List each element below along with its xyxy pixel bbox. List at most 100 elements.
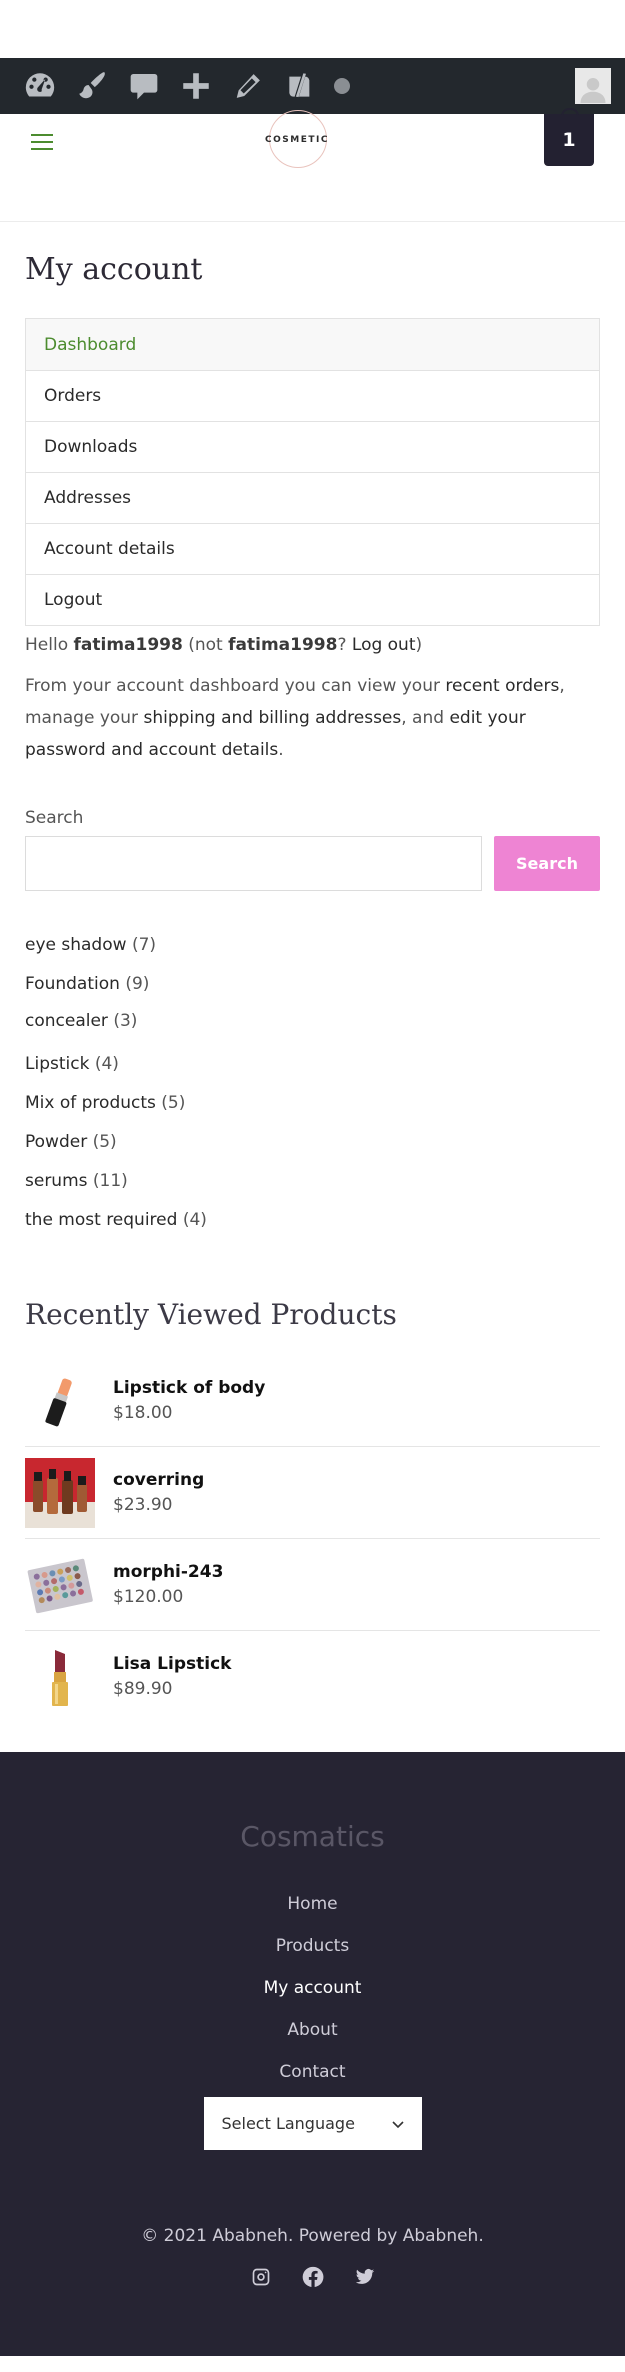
category-count: (5)	[161, 1093, 186, 1113]
account-nav-addresses[interactable]: Addresses	[26, 472, 599, 523]
search-form: Search	[25, 836, 600, 891]
site-header: COSMETIC 1	[0, 108, 625, 222]
account-navigation: Dashboard Orders Downloads Addresses Acc…	[25, 318, 600, 626]
dashboard-icon[interactable]	[14, 58, 66, 114]
category-count: (4)	[94, 1054, 119, 1074]
product-thumbnail[interactable]	[25, 1642, 95, 1712]
category-item[interactable]: Foundation (9)	[25, 967, 600, 1006]
intro-part4: .	[278, 740, 284, 760]
search-label: Search	[25, 808, 84, 828]
search-input[interactable]	[25, 836, 482, 891]
product-item[interactable]: morphi-243 $120.00	[25, 1539, 600, 1631]
customize-brush-icon[interactable]	[66, 58, 118, 114]
account-nav-dashboard[interactable]: Dashboard	[26, 319, 599, 370]
account-nav-logout[interactable]: Logout	[26, 574, 599, 625]
language-select-value: Select Language	[221, 2114, 355, 2133]
facebook-icon[interactable]	[302, 2266, 324, 2288]
seo-status-dot-icon	[334, 78, 350, 94]
category-name[interactable]: serums	[25, 1171, 88, 1191]
category-count: (3)	[113, 1011, 138, 1031]
twitter-icon[interactable]	[354, 2266, 376, 2288]
site-logo[interactable]: COSMETIC	[263, 110, 331, 168]
dashboard-intro: From your account dashboard you can view…	[25, 670, 600, 766]
category-name[interactable]: Foundation	[25, 974, 120, 994]
category-count: (7)	[131, 935, 157, 955]
product-name[interactable]: morphi-243	[113, 1560, 223, 1584]
recently-viewed-title: Recently Viewed Products	[25, 1298, 397, 1331]
logo-text: COSMETIC	[265, 135, 329, 145]
footer-link-products[interactable]: Products	[0, 1925, 625, 1967]
comments-icon[interactable]	[118, 58, 170, 114]
footer-navigation: Home Products My account About Contact	[0, 1883, 625, 2093]
product-thumbnail[interactable]	[25, 1457, 95, 1528]
edit-pencil-icon[interactable]	[222, 58, 274, 114]
category-item[interactable]: Lipstick (4)	[25, 1045, 600, 1084]
cart-count: 1	[562, 129, 576, 151]
language-select[interactable]: Select Language	[203, 2097, 422, 2150]
account-nav-downloads[interactable]: Downloads	[26, 421, 599, 472]
greeting: Hello fatima1998 (not fatima1998? Log ou…	[25, 632, 600, 658]
footer-brand[interactable]: Cosmatics	[0, 1752, 625, 1853]
chevron-down-icon	[391, 2114, 404, 2133]
category-item[interactable]: Mix of products (5)	[25, 1084, 600, 1123]
greeting-close: )	[415, 635, 423, 655]
category-count: (4)	[182, 1210, 207, 1230]
add-new-plus-icon[interactable]	[170, 58, 222, 114]
category-item[interactable]: eye shadow (7)	[25, 931, 600, 967]
product-info: Lisa Lipstick $89.90	[113, 1652, 231, 1702]
category-item[interactable]: concealer (3)	[25, 1006, 600, 1045]
greeting-username-repeat: fatima1998	[228, 635, 338, 655]
greeting-username: fatima1998	[73, 635, 183, 655]
product-price: $89.90	[113, 1679, 173, 1699]
category-name[interactable]: Lipstick	[25, 1054, 89, 1074]
menu-toggle-icon[interactable]	[31, 134, 53, 155]
product-categories: eye shadow (7) Foundation (9) concealer …	[25, 931, 600, 1240]
account-nav-account-details[interactable]: Account details	[26, 523, 599, 574]
addresses-link[interactable]: shipping and billing addresses	[143, 708, 401, 728]
account-nav-orders[interactable]: Orders	[26, 370, 599, 421]
category-name[interactable]: Mix of products	[25, 1093, 156, 1113]
social-links	[0, 2266, 625, 2288]
product-thumbnail[interactable]	[25, 1365, 95, 1436]
greeting-question: ?	[337, 635, 347, 655]
recent-orders-link[interactable]: recent orders	[445, 676, 559, 696]
product-item[interactable]: Lisa Lipstick $89.90	[25, 1631, 600, 1723]
product-name[interactable]: Lipstick of body	[113, 1376, 265, 1400]
admin-bar	[0, 58, 625, 114]
category-item[interactable]: the most required (4)	[25, 1201, 600, 1240]
category-name[interactable]: the most required	[25, 1210, 177, 1230]
greeting-not: (not	[188, 635, 223, 655]
search-button[interactable]: Search	[494, 836, 600, 891]
footer-link-about[interactable]: About	[0, 2009, 625, 2051]
footer-link-home[interactable]: Home	[0, 1883, 625, 1925]
cart-button[interactable]: 1	[544, 108, 594, 166]
product-item[interactable]: Lipstick of body $18.00	[25, 1355, 600, 1447]
footer-link-my-account[interactable]: My account	[0, 1967, 625, 2009]
product-name[interactable]: Lisa Lipstick	[113, 1652, 231, 1676]
product-price: $23.90	[113, 1494, 173, 1515]
product-name[interactable]: coverring	[113, 1468, 204, 1492]
category-name[interactable]: Powder	[25, 1132, 87, 1152]
main-content: My account Dashboard Orders Downloads Ad…	[0, 252, 625, 1723]
footer-link-contact[interactable]: Contact	[0, 2051, 625, 2093]
greeting-hello: Hello	[25, 635, 69, 655]
category-count: (11)	[92, 1171, 128, 1191]
yoast-seo-icon[interactable]	[274, 58, 326, 114]
category-item[interactable]: Powder (5)	[25, 1123, 600, 1162]
category-count: (5)	[92, 1132, 117, 1152]
category-name[interactable]: concealer	[25, 1011, 108, 1031]
user-avatar[interactable]	[575, 68, 611, 104]
category-item[interactable]: serums (11)	[25, 1162, 600, 1201]
instagram-icon[interactable]	[250, 2266, 272, 2288]
intro-part1: From your account dashboard you can view…	[25, 676, 440, 696]
intro-part3: , and	[401, 708, 445, 728]
copyright-text: © 2021 Ababneh. Powered by Ababneh.	[141, 2226, 484, 2246]
product-price: $120.00	[113, 1586, 184, 1607]
page-title: My account	[25, 252, 203, 287]
product-item[interactable]: coverring $23.90	[25, 1447, 600, 1539]
recently-viewed-list: Lipstick of body $18.00 coverring $23.90…	[25, 1355, 600, 1723]
product-info: morphi-243 $120.00	[113, 1560, 223, 1610]
greeting-logout-link[interactable]: Log out	[352, 635, 416, 655]
category-name[interactable]: eye shadow	[25, 935, 127, 955]
product-thumbnail[interactable]	[25, 1549, 95, 1620]
